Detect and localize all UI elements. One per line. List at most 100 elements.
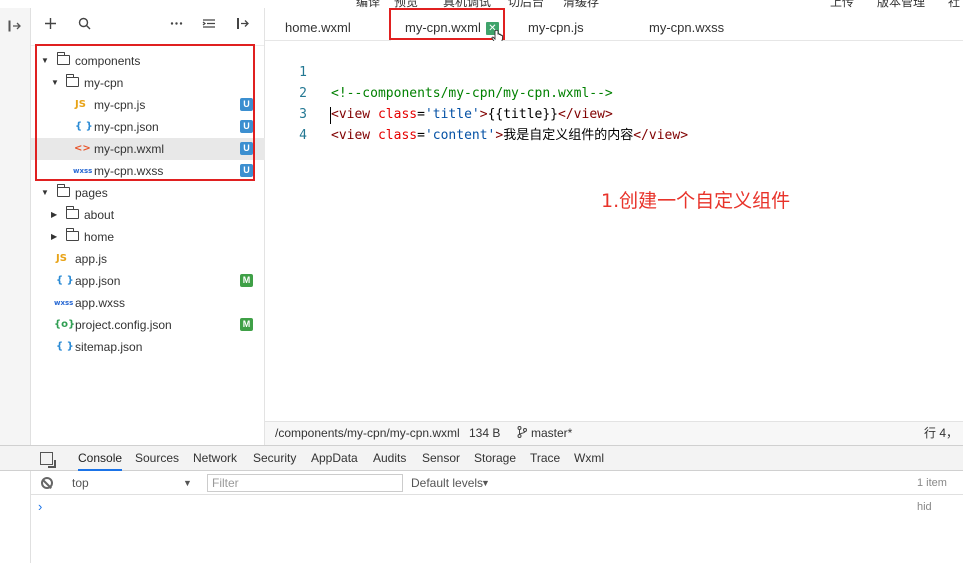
context-select[interactable]: top ▼ — [70, 471, 230, 495]
code-text: <view class='content'>我是自定义组件的内容</view> — [331, 125, 688, 146]
sidebar-toggle-icon[interactable] — [8, 20, 22, 35]
status-badge: U — [240, 142, 253, 155]
tab-console[interactable]: Console — [78, 446, 123, 471]
chevron-right-icon: ▶ — [51, 232, 58, 241]
tab-trace[interactable]: Trace — [530, 446, 560, 471]
tree-item-app-wxss[interactable]: wxss app.wxss — [31, 292, 265, 314]
add-icon[interactable] — [44, 17, 57, 34]
tree-item-my-cpn-wxss[interactable]: wxss my-cpn.wxss U — [31, 160, 265, 182]
code-token: = — [417, 128, 425, 143]
folder-open-icon — [66, 74, 79, 87]
json-file-icon: { } — [56, 341, 74, 352]
tree-item-sitemap[interactable]: { } sitemap.json — [31, 336, 265, 358]
tree-item-label: app.wxss — [75, 296, 126, 310]
code-line: 1 <!--components/my-cpn/my-cpn.wxml--> — [265, 41, 963, 101]
tree-item-my-cpn-wxml[interactable]: <> my-cpn.wxml U — [31, 138, 265, 160]
ide-window: 编译 预览 真机调试 切后台 清缓存 上传 版本管理 社区 — [0, 0, 963, 563]
tree-item-label: project.config.json — [75, 318, 172, 332]
tab-my-cpn-wxml[interactable]: my-cpn.wxml — [391, 8, 501, 41]
editor-tabs: home.wxml my-cpn.wxml ✕ my-cpn.js my-cpn… — [265, 8, 963, 44]
status-branch[interactable]: master* — [531, 422, 572, 445]
tab-security[interactable]: Security — [253, 446, 296, 471]
file-tree: ▼ components ▼ my-cpn JS my-cpn.js U { }… — [31, 50, 265, 358]
tab-home-wxml[interactable]: home.wxml — [271, 8, 381, 41]
tree-item-label: app.json — [75, 274, 121, 288]
folder-icon — [66, 228, 79, 241]
tree-item-label: pages — [75, 186, 108, 200]
code-token: <view — [331, 128, 378, 143]
tree-item-label: home — [84, 230, 115, 244]
menu-background[interactable]: 切后台 — [508, 0, 544, 8]
status-file-path: /components/my-cpn/my-cpn.wxml — [275, 426, 460, 440]
js-file-icon: JS — [56, 253, 67, 264]
tree-item-project-config[interactable]: {o} project.config.json M — [31, 314, 265, 336]
menu-device-debug[interactable]: 真机调试 — [443, 0, 491, 8]
more-icon[interactable] — [170, 17, 183, 34]
tab-sources[interactable]: Sources — [135, 446, 179, 471]
context-value: top — [72, 476, 89, 490]
console-toolbar: top ▼ Filter Default levels ▼ 1 item hid — [31, 471, 963, 513]
status-badge: U — [240, 120, 253, 133]
levels-dropdown[interactable]: Default levels — [411, 471, 483, 495]
tree-item-about[interactable]: ▶ about — [31, 204, 265, 226]
menu-clear-cache[interactable]: 清缓存 — [563, 0, 599, 8]
tab-my-cpn-js[interactable]: my-cpn.js — [514, 8, 624, 41]
json-file-icon: { } — [56, 275, 74, 286]
tab-appdata[interactable]: AppData — [311, 446, 358, 471]
tree-item-label: about — [84, 208, 115, 222]
code-token: 我是自定义组件的内容 — [503, 128, 634, 143]
code-line: 2 <view class='title'>{{title}}</view> — [265, 62, 963, 122]
status-badge: U — [240, 164, 253, 177]
chevron-down-icon: ▼ — [183, 478, 192, 488]
json-file-icon: { } — [75, 121, 93, 132]
tree-item-pages[interactable]: ▼ pages — [31, 182, 265, 204]
status-badge: M — [240, 274, 253, 287]
folder-open-icon — [57, 52, 70, 65]
collapse-icon[interactable] — [202, 17, 216, 34]
tree-item-label: my-cpn.json — [94, 120, 159, 134]
devtools-gutter — [0, 471, 31, 563]
status-badge: U — [240, 98, 253, 111]
annotation-text: 1.创建一个自定义组件 — [601, 190, 791, 212]
menu-community[interactable]: 社区 — [948, 0, 963, 8]
top-menu: 编译 预览 真机调试 切后台 清缓存 上传 版本管理 社区 — [0, 0, 963, 8]
tab-my-cpn-wxss[interactable]: my-cpn.wxss — [635, 8, 745, 41]
search-icon[interactable] — [78, 17, 91, 34]
console-prompt-icon[interactable]: › — [38, 499, 42, 514]
inspect-icon[interactable] — [40, 452, 56, 468]
devtools-tabs: Console Sources Network Security AppData… — [0, 446, 963, 471]
clear-console-icon[interactable] — [41, 477, 53, 489]
tree-item-label: my-cpn — [84, 76, 124, 90]
filter-input[interactable]: Filter — [207, 474, 403, 492]
branch-icon — [517, 422, 527, 445]
code-editor[interactable]: 1 <!--components/my-cpn/my-cpn.wxml--> 2… — [265, 41, 963, 421]
menu-upload[interactable]: 上传 — [830, 0, 854, 8]
tab-storage[interactable]: Storage — [474, 446, 516, 471]
menu-compile[interactable]: 编译 — [356, 0, 380, 8]
tree-item-my-cpn-json[interactable]: { } my-cpn.json U — [31, 116, 265, 138]
js-file-icon: JS — [75, 99, 86, 110]
tab-sensor[interactable]: Sensor — [422, 446, 460, 471]
code-line: 3 <view class='content'>我是自定义组件的内容</view… — [265, 83, 963, 143]
tree-item-label: components — [75, 54, 141, 68]
split-icon[interactable] — [236, 17, 250, 34]
tab-wxml[interactable]: Wxml — [574, 446, 604, 471]
tab-network[interactable]: Network — [193, 446, 237, 471]
tree-item-home[interactable]: ▶ home — [31, 226, 265, 248]
explorer-toolbar — [31, 8, 264, 46]
chevron-right-icon: ▶ — [51, 210, 58, 219]
chevron-down-icon: ▼ — [41, 188, 49, 197]
tree-item-my-cpn[interactable]: ▼ my-cpn — [31, 72, 265, 94]
tree-item-my-cpn-js[interactable]: JS my-cpn.js U — [31, 94, 265, 116]
code-token: 'content' — [424, 128, 496, 143]
text-caret — [330, 107, 331, 124]
tree-item-app-js[interactable]: JS app.js — [31, 248, 265, 270]
status-badge: M — [240, 318, 253, 331]
config-file-icon: {o} — [54, 319, 76, 330]
chevron-down-icon: ▼ — [51, 78, 59, 87]
tree-item-app-json[interactable]: { } app.json M — [31, 270, 265, 292]
tab-audits[interactable]: Audits — [373, 446, 406, 471]
tree-item-components[interactable]: ▼ components — [31, 50, 265, 72]
menu-version[interactable]: 版本管理 — [877, 0, 925, 8]
menu-preview[interactable]: 预览 — [394, 0, 418, 8]
